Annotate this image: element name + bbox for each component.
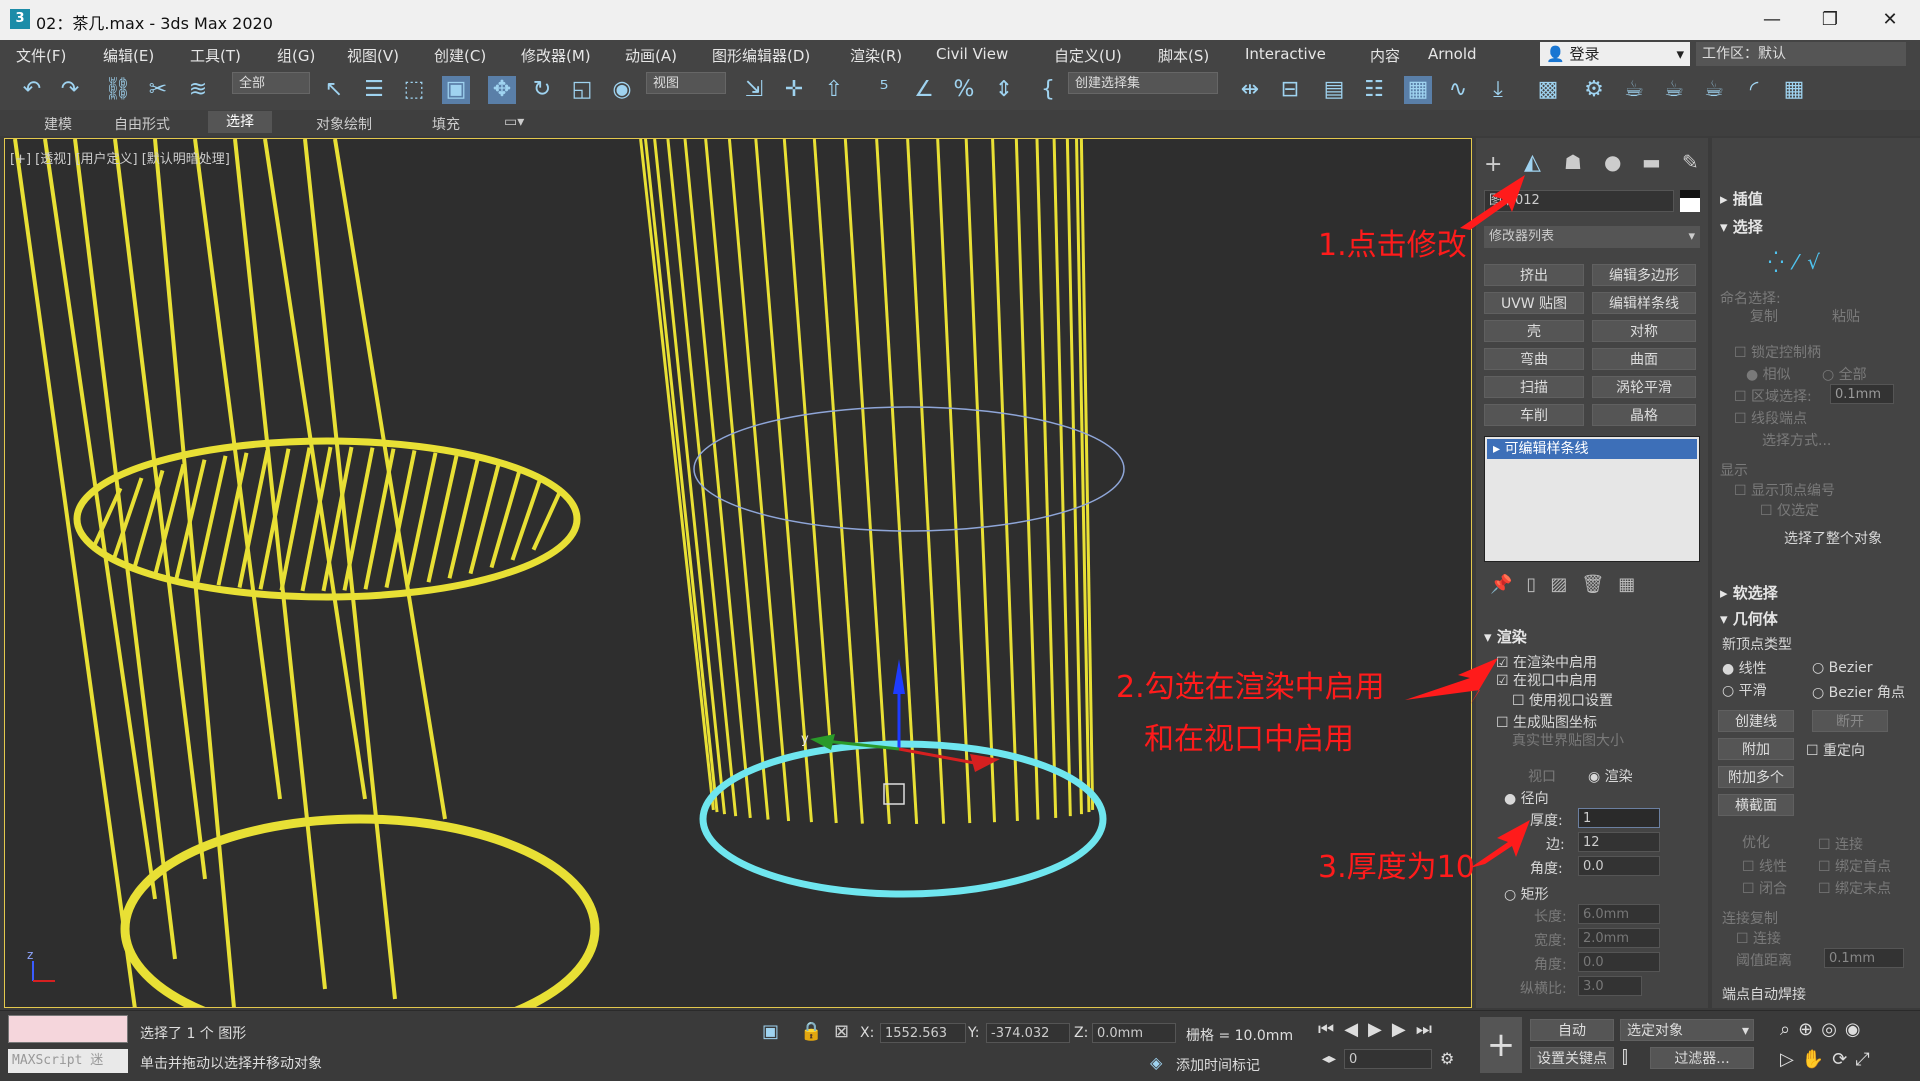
y-coordinate[interactable]: -374.032	[986, 1023, 1070, 1043]
key-selection-dropdown[interactable]: 选定对象 ▾	[1620, 1019, 1754, 1041]
orbit-icon[interactable]: ⟳	[1832, 1049, 1855, 1070]
next-frame-icon[interactable]: ▶	[1392, 1019, 1416, 1040]
x-coordinate[interactable]: 1552.563	[880, 1023, 966, 1043]
add-time-tag-button[interactable]: 添加时间标记	[1176, 1055, 1260, 1075]
maxscript-listener[interactable]	[8, 1015, 128, 1043]
current-frame-field[interactable]: 0	[1344, 1049, 1432, 1069]
arrow-thickness	[1470, 820, 1530, 868]
go-to-start-icon[interactable]: ⏮	[1318, 1019, 1344, 1040]
prev-frame-icon[interactable]: ◀	[1344, 1019, 1368, 1040]
grid-size: 栅格 = 10.0mm	[1186, 1028, 1294, 1044]
viewport-nav-bottom: ▷✋⟳⤢	[1780, 1049, 1878, 1070]
zoom-extents-all-icon[interactable]: ◉	[1845, 1019, 1869, 1040]
time-configuration-icon[interactable]: ⚙	[1440, 1049, 1454, 1068]
y-label: Y:	[968, 1025, 980, 1041]
absolute-mode-icon[interactable]: ⊠	[834, 1021, 849, 1042]
chevron-down-icon: ▾	[1741, 1023, 1749, 1039]
z-label: Z:	[1074, 1025, 1089, 1041]
arrow-render-checkboxes	[1405, 658, 1498, 705]
set-key-button[interactable]: 设置关键点	[1530, 1047, 1614, 1069]
annotation-step2a: 2.勾选在渲染中启用	[1116, 670, 1385, 705]
isolate-selection-icon[interactable]: ▣	[762, 1021, 779, 1042]
key-selection-label: 选定对象	[1627, 1023, 1683, 1039]
maxscript-input[interactable]: MAXScript 迷	[8, 1049, 128, 1073]
play-icon[interactable]: ▶	[1368, 1019, 1392, 1040]
playback-controls: ⏮◀▶▶⏭	[1318, 1019, 1442, 1040]
zoom-icon[interactable]: ⌕	[1780, 1019, 1798, 1040]
annotation-step1: 1.点击修改	[1318, 228, 1467, 263]
auto-key-button[interactable]: 自动	[1530, 1019, 1614, 1041]
time-config-icon[interactable]: ◂▸	[1322, 1051, 1336, 1067]
zoom-all-icon[interactable]: ⊕	[1798, 1019, 1821, 1040]
prompt-text: 单击并拖动以选择并移动对象	[140, 1056, 322, 1072]
lock-selection-icon[interactable]: 🔒	[800, 1021, 822, 1042]
annotation-step3: 3.厚度为10	[1318, 850, 1475, 885]
x-label: X:	[860, 1025, 875, 1041]
time-tag-icon: ◈	[1150, 1053, 1163, 1072]
set-key-big-icon[interactable]: +	[1480, 1017, 1522, 1073]
key-filter-icon[interactable]: ⫿	[1622, 1047, 1628, 1068]
key-filters-button[interactable]: 过滤器...	[1650, 1047, 1754, 1069]
pan-icon[interactable]: ✋	[1802, 1049, 1832, 1070]
status-bar: MAXScript 迷 选择了 1 个 图形 单击并拖动以选择并移动对象 ▣ 🔒…	[0, 1010, 1920, 1081]
annotation-step2b: 和在视口中启用	[1144, 722, 1354, 757]
z-coordinate[interactable]: 0.0mm	[1092, 1023, 1176, 1043]
zoom-extents-icon[interactable]: ◎	[1821, 1019, 1845, 1040]
field-of-view-icon[interactable]: ▷	[1780, 1049, 1802, 1070]
arrow-modify	[1460, 175, 1525, 230]
go-to-end-icon[interactable]: ⏭	[1416, 1019, 1442, 1040]
maximize-viewport-icon[interactable]: ⤢	[1855, 1049, 1877, 1070]
annotation-arrows	[1405, 175, 1530, 868]
viewport-nav-top: ⌕⊕◎◉	[1780, 1019, 1869, 1040]
selection-status: 选择了 1 个 图形	[140, 1026, 247, 1042]
